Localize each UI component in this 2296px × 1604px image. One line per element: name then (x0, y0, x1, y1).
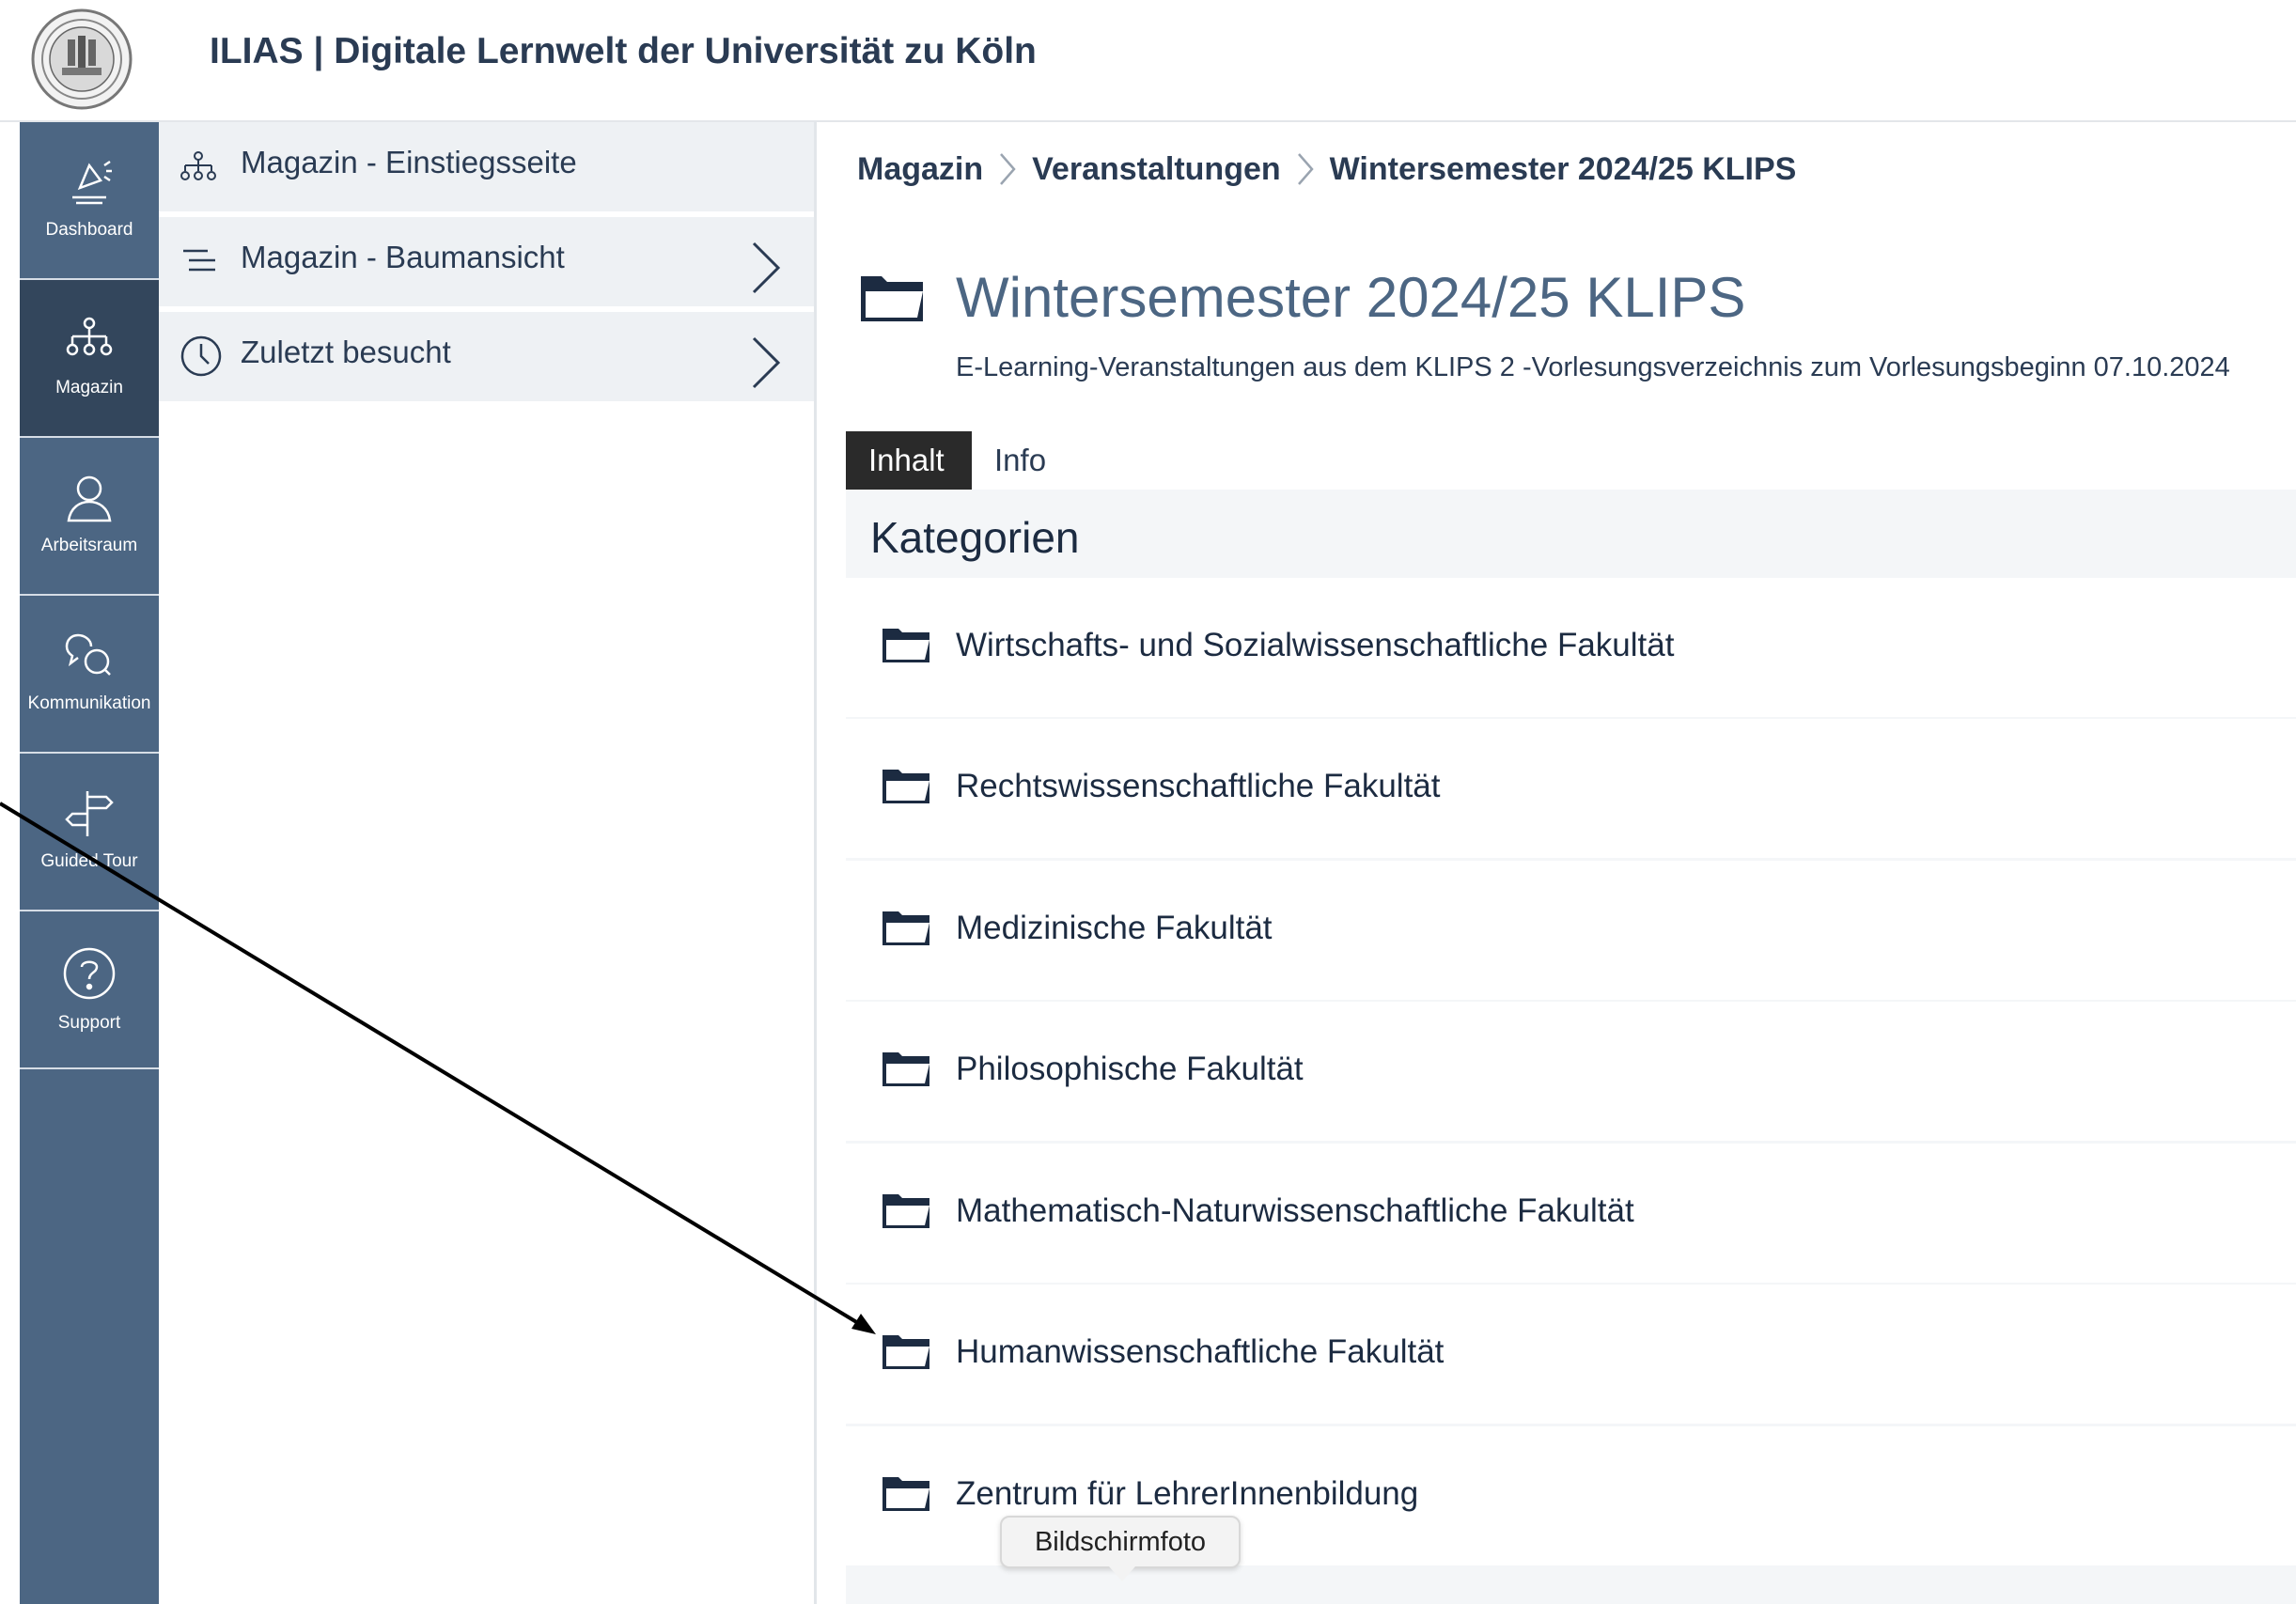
chevron-right-icon[interactable] (748, 240, 782, 296)
magazin-slate: Magazin - Einstiegsseite Magazin - Bauma… (159, 122, 817, 1604)
chevron-right-icon (1297, 153, 1314, 185)
category-link[interactable]: Rechtswissenschaftliche Fakultät (956, 768, 1441, 805)
breadcrumb-item[interactable]: Veranstaltungen (1032, 151, 1281, 188)
app-title[interactable]: ILIAS | Digitale Lernwelt der Universitä… (210, 31, 1037, 72)
mainbar-item-guided-tour[interactable]: Guided Tour (20, 754, 159, 911)
category-row[interactable]: Philosophische Fakultät (846, 1002, 2296, 1141)
chevron-right-icon[interactable] (748, 335, 782, 391)
repository-icon (66, 317, 113, 356)
slate-item-baumansicht[interactable]: Magazin - Baumansicht (159, 217, 814, 309)
category-row[interactable]: Medizinische Fakultät (846, 861, 2296, 1000)
mainbar-item-magazin[interactable]: Magazin (20, 280, 159, 438)
categories-section: Kategorien Wirtschafts- und Sozialwissen… (846, 490, 2296, 1604)
slate-item-label: Magazin - Baumansicht (241, 240, 565, 274)
folder-icon (882, 911, 929, 945)
folder-icon (882, 1052, 929, 1086)
folder-icon (882, 629, 929, 662)
folder-icon (861, 276, 923, 321)
category-link[interactable]: Humanwissenschaftliche Fakultät (956, 1333, 1444, 1371)
main-bar: Dashboard Magazin Arbeitsraum Kommunikat… (20, 122, 159, 1604)
section-title: Kategorien (870, 513, 1080, 562)
clock-icon (180, 335, 222, 377)
breadcrumb-item[interactable]: Wintersemester 2024/25 KLIPS (1330, 151, 1797, 188)
tooltip-tail (1109, 1566, 1135, 1581)
mainbar-label: Support (57, 1013, 121, 1033)
help-icon (63, 947, 116, 1000)
app-header: ILIAS | Digitale Lernwelt der Universitä… (0, 0, 2296, 122)
chat-icon (65, 633, 111, 676)
category-row[interactable]: Rechtswissenschaftliche Fakultät (846, 719, 2296, 858)
category-link[interactable]: Wirtschafts- und Sozialwissenschaftliche… (956, 627, 1674, 664)
mainbar-label: Dashboard (45, 220, 133, 240)
folder-icon (882, 770, 929, 803)
breadcrumb-item[interactable]: Magazin (857, 151, 983, 188)
breadcrumb: Magazin Veranstaltungen Wintersemester 2… (857, 150, 1796, 188)
tab-info[interactable]: Info (972, 431, 1069, 490)
tab-bar: Inhalt Info (846, 431, 2296, 492)
user-icon (67, 475, 112, 522)
tree-list-icon (183, 249, 215, 272)
mainbar-label: Guided Tour (40, 851, 138, 871)
mainbar-label: Magazin (55, 378, 123, 397)
folder-icon (882, 1194, 929, 1228)
category-link[interactable]: Medizinische Fakultät (956, 910, 1273, 947)
tooltip: Bildschirmfoto (1000, 1516, 1241, 1568)
slate-item-label: Zuletzt besucht (241, 335, 451, 369)
slate-item-einstiegsseite[interactable]: Magazin - Einstiegsseite (159, 122, 814, 214)
category-link[interactable]: Philosophische Fakultät (956, 1051, 1304, 1088)
slate-item-zuletzt-besucht[interactable]: Zuletzt besucht (159, 312, 814, 404)
page-title: Wintersemester 2024/25 KLIPS (956, 266, 1746, 329)
signpost-icon (65, 791, 114, 836)
category-link[interactable]: Zentrum für LehrerInnenbildung (956, 1475, 1418, 1513)
folder-icon (882, 1477, 929, 1511)
category-row[interactable]: Humanwissenschaftliche Fakultät (846, 1285, 2296, 1424)
mainbar-label: Kommunikation (27, 693, 151, 713)
tab-inhalt[interactable]: Inhalt (846, 431, 972, 490)
mainbar-label: Arbeitsraum (40, 536, 138, 555)
university-seal-icon[interactable] (30, 8, 133, 111)
mainbar-item-support[interactable]: Support (20, 911, 159, 1069)
folder-icon (882, 1335, 929, 1369)
page-description: E-Learning-Veranstaltungen aus dem KLIPS… (956, 352, 2230, 382)
dashboard-icon (72, 160, 112, 205)
category-link[interactable]: Mathematisch-Naturwissenschaftliche Faku… (956, 1192, 1634, 1230)
slate-item-label: Magazin - Einstiegsseite (241, 145, 577, 179)
mainbar-item-arbeitsraum[interactable]: Arbeitsraum (20, 438, 159, 596)
mainbar-item-kommunikation[interactable]: Kommunikation (20, 596, 159, 754)
sitemap-icon (180, 151, 216, 180)
category-row[interactable]: Wirtschafts- und Sozialwissenschaftliche… (846, 578, 2296, 717)
mainbar-item-dashboard[interactable]: Dashboard (20, 122, 159, 280)
chevron-right-icon (1000, 153, 1016, 185)
category-row[interactable]: Mathematisch-Naturwissenschaftliche Faku… (846, 1144, 2296, 1283)
